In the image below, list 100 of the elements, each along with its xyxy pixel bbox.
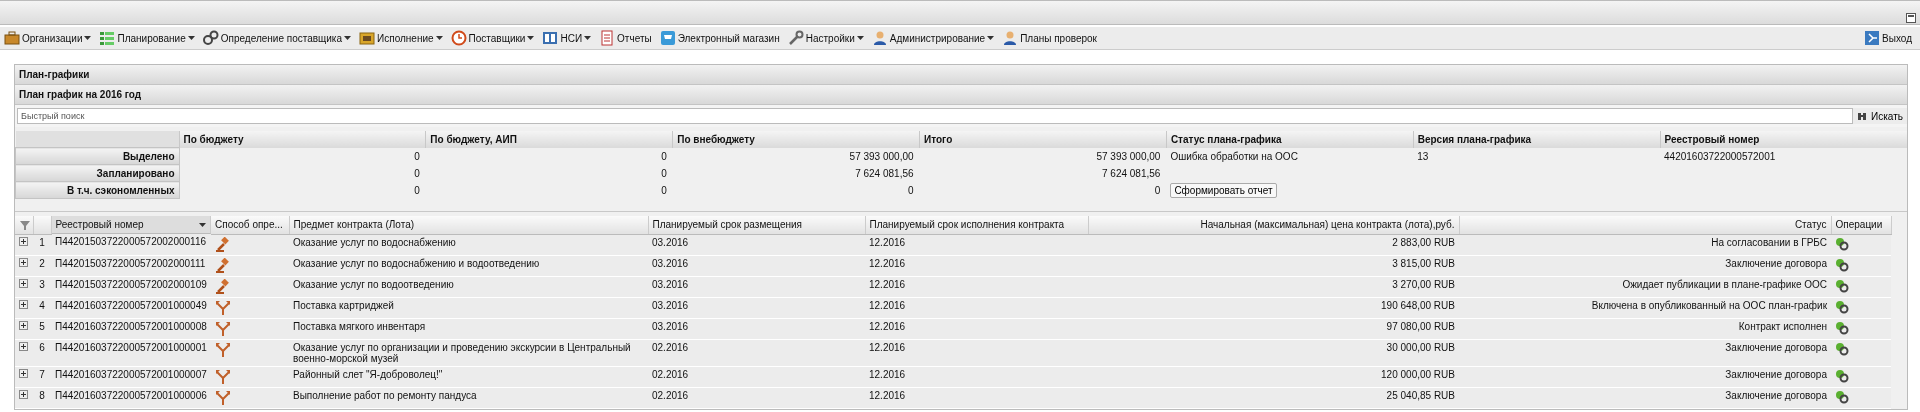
- table-cell: 1: [33, 234, 51, 255]
- table-cell: 6: [33, 339, 51, 366]
- table-cell: П44201603722000572001000007: [51, 366, 211, 387]
- table-cell: Поставка мягкого инвентаря: [289, 318, 648, 339]
- table-cell: 03.2016: [648, 276, 865, 297]
- wrench-icon: [787, 30, 804, 46]
- menu-item[interactable]: Отчеты: [597, 28, 658, 48]
- table-cell: 8: [33, 387, 51, 408]
- table-cell: 12.2016: [865, 276, 1088, 297]
- person-icon: [871, 30, 888, 46]
- table-cell-text: 7 624 081,56: [854, 166, 915, 181]
- table-cell: Контракт исполнен: [1459, 318, 1831, 339]
- briefcase-icon: [4, 30, 20, 46]
- list-icon: [99, 30, 116, 46]
- search-field[interactable]: Быстрый поиск: [17, 108, 1854, 124]
- column-header: По бюджету, АИП: [425, 131, 673, 148]
- table-cell: 02.2016: [648, 339, 865, 366]
- row-header: Выделено: [15, 147, 179, 165]
- table-cell: 12.2016: [865, 234, 1088, 255]
- table-cell: 120 000,00 RUB: [1088, 366, 1459, 387]
- menu-item[interactable]: Определение поставщика: [200, 28, 358, 48]
- table-cell: Оказание услуг по водоснабжению: [289, 234, 648, 255]
- window-icon[interactable]: [1906, 13, 1916, 23]
- column-header: Версия плана-графика: [1413, 131, 1661, 148]
- table-cell: Оказание услуг по водоснабжению и водоотведению: [289, 255, 648, 276]
- gavel-icon: [215, 278, 231, 295]
- gear-icon: [1835, 320, 1849, 335]
- gear-icon: [1835, 368, 1849, 383]
- table-cell: 13: [1413, 147, 1661, 165]
- table-cell: 02.2016: [648, 387, 865, 408]
- column-header: По внебюджету: [672, 131, 920, 148]
- report-button[interactable]: Сформировать отчет: [1170, 182, 1277, 198]
- branch-arrows-icon: [215, 368, 231, 385]
- table-cell: 3 815,00 RUB: [1088, 255, 1459, 276]
- menu-item[interactable]: Планы проверок: [1000, 28, 1103, 48]
- table-cell: Ожидает публикации в плане-графике ООС: [1459, 276, 1831, 297]
- column-header: Реестровый номер: [1660, 131, 1907, 148]
- table-cell: 3: [33, 276, 51, 297]
- table-cell: 12.2016: [865, 297, 1088, 318]
- search-button[interactable]: Искать: [1853, 108, 1907, 124]
- folder-icon: [359, 30, 376, 46]
- table-cell: 0: [425, 147, 673, 165]
- branch-arrows-icon: [215, 299, 231, 316]
- table-cell: 12.2016: [865, 255, 1088, 276]
- menu-item[interactable]: Электронный магазин: [657, 28, 786, 48]
- gavel-icon: [215, 257, 231, 274]
- table-cell: Оказание услуг по водоотведению: [289, 276, 648, 297]
- table-cell: 2 883,00 RUB: [1088, 234, 1459, 255]
- gear-icon: [1835, 341, 1849, 356]
- table-cell: П44201503722000572002000116: [51, 234, 211, 255]
- table-cell: На согласовании в ГРБС: [1459, 234, 1831, 255]
- logout-button[interactable]: Выход: [1862, 28, 1918, 48]
- table-cell: П44201603722000572001000049: [51, 297, 211, 318]
- gear-icon: [1835, 236, 1849, 251]
- table-cell: 5: [33, 318, 51, 339]
- table-cell: 03.2016: [648, 255, 865, 276]
- table-cell: 03.2016: [648, 234, 865, 255]
- caret-icon: [199, 222, 206, 227]
- table-cell: 0: [179, 164, 426, 182]
- cart-icon: [659, 30, 676, 46]
- table-cell: Выполнение работ по ремонту пандуса: [289, 387, 648, 408]
- table-cell: 12.2016: [865, 366, 1088, 387]
- gears-icon: [202, 30, 219, 46]
- document-icon: [599, 30, 616, 46]
- menu-item[interactable]: Настройки: [785, 28, 870, 48]
- table-cell: 12.2016: [865, 339, 1088, 366]
- column-header[interactable]: Статус: [1794, 219, 1827, 231]
- table-cell-text: 7 624 081,56: [1101, 166, 1162, 181]
- column-header: По бюджету: [179, 131, 426, 148]
- table-cell: П44201603722000572001000006: [51, 387, 211, 408]
- table-cell: Заключение договора: [1459, 255, 1831, 276]
- gear-icon: [1835, 389, 1849, 404]
- menu-item[interactable]: Организации: [2, 28, 98, 48]
- table-cell: Заключение договора: [1459, 366, 1831, 387]
- menu-item[interactable]: Планирование: [97, 28, 201, 48]
- branch-arrows-icon: [215, 320, 231, 337]
- gear-icon: [1835, 278, 1849, 293]
- menu-item[interactable]: Исполнение: [357, 28, 449, 48]
- table-cell: 12.2016: [865, 387, 1088, 408]
- menu-item[interactable]: НСИ: [540, 28, 598, 48]
- menu-item[interactable]: Администрирование: [869, 28, 1001, 48]
- table-cell: Ошибка обработки на ООС: [1166, 147, 1414, 165]
- table-cell: П44201603722000572001000008: [51, 318, 211, 339]
- table-cell: Оказание услуг по организации и проведению экскурсии в Центральный военно-морской музей: [289, 339, 648, 366]
- table-cell: Заключение договора: [1459, 339, 1831, 366]
- table-cell: Районный слет "Я-доброволец!": [289, 366, 648, 387]
- gear-icon: [1835, 257, 1849, 272]
- table-cell: 97 080,00 RUB: [1088, 318, 1459, 339]
- table-cell: 2: [33, 255, 51, 276]
- branch-arrows-icon: [215, 341, 231, 358]
- table-cell: 57 393 000,00: [672, 147, 920, 165]
- table-cell: 02.2016: [648, 366, 865, 387]
- menu-item[interactable]: Поставщики: [448, 28, 541, 48]
- gavel-icon: [215, 236, 231, 253]
- table-cell: 57 393 000,00: [919, 147, 1167, 165]
- table-cell: 03.2016: [648, 318, 865, 339]
- branch-arrows-icon: [215, 389, 231, 406]
- table-cell-text: 0: [660, 183, 668, 198]
- filter-icon: [19, 218, 31, 231]
- table-cell: 44201603722000572001: [1660, 147, 1907, 165]
